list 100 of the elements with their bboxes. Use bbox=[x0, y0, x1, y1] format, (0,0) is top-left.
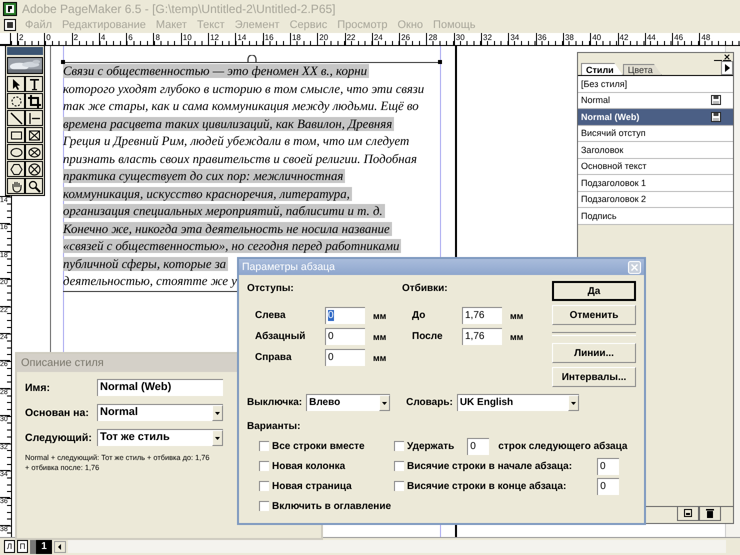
dropdown[interactable]: Normal bbox=[97, 404, 223, 421]
dialog-button[interactable]: Да bbox=[552, 281, 636, 301]
dialog-title: Описание стиля bbox=[21, 357, 104, 369]
dropdown-arrow-icon[interactable] bbox=[570, 402, 576, 404]
style-item[interactable]: Подпись bbox=[578, 208, 733, 224]
checkbox[interactable] bbox=[394, 461, 404, 471]
ruler-number: 8 bbox=[153, 33, 181, 45]
trash-icon[interactable] bbox=[699, 507, 721, 521]
ruler-number: 44 bbox=[644, 33, 672, 45]
number-field[interactable]: 1,76 bbox=[462, 328, 502, 345]
checkbox-label: Удержать bbox=[407, 440, 454, 452]
field-label: Выключка: bbox=[247, 397, 302, 408]
pointer-tool-icon[interactable] bbox=[7, 76, 25, 92]
polygon-frame-tool-icon[interactable] bbox=[25, 161, 43, 177]
checkbox[interactable] bbox=[259, 441, 269, 451]
style-name: Основной текст bbox=[581, 161, 646, 172]
ruler-number: 34 bbox=[508, 33, 536, 45]
ruler-number: 2 bbox=[72, 33, 99, 45]
unit-label: мм bbox=[373, 352, 388, 362]
window-title: Adobe PageMaker 6.5 - [G:\temp\Untitled-2\Untitled-2.P65] bbox=[22, 2, 336, 16]
new-style-icon[interactable] bbox=[677, 507, 699, 521]
field-label: До bbox=[412, 310, 426, 321]
field-label: После bbox=[412, 331, 444, 342]
windowshade-handle[interactable] bbox=[247, 55, 257, 63]
number-field[interactable]: 0 bbox=[467, 438, 490, 454]
style-name: Normal (Web) bbox=[581, 112, 640, 122]
line-tool-icon[interactable] bbox=[7, 110, 25, 126]
field-label: Абзацный bbox=[255, 331, 306, 342]
checkbox-label: Новая страница bbox=[272, 480, 352, 492]
style-item[interactable]: Подзаголовок 2 bbox=[578, 192, 733, 208]
polygon-tool-icon[interactable] bbox=[7, 161, 25, 177]
style-item[interactable]: [Без стиля] bbox=[578, 76, 733, 92]
checkbox[interactable] bbox=[394, 441, 404, 451]
ruler-number: 46 bbox=[672, 33, 700, 45]
rotate-tool-icon[interactable] bbox=[7, 93, 25, 109]
number-field[interactable]: 0 bbox=[325, 307, 365, 324]
ruler-number: 14 bbox=[235, 33, 263, 45]
dropdown-arrow-icon[interactable] bbox=[215, 412, 220, 414]
style-item[interactable]: Подзаголовок 1 bbox=[578, 175, 733, 192]
rect-tool-icon[interactable] bbox=[7, 127, 25, 143]
dropdown-arrow-icon[interactable] bbox=[215, 436, 220, 440]
style-item[interactable]: Висячий отступ bbox=[578, 126, 733, 142]
style-name: Normal bbox=[581, 95, 610, 106]
field-label: Следующий: bbox=[25, 432, 93, 444]
dropdown[interactable]: Влево bbox=[306, 394, 390, 411]
document-icon[interactable] bbox=[4, 19, 16, 31]
text-field[interactable]: Normal (Web) bbox=[97, 379, 223, 396]
checkbox-label: Висячие строки в начале абзаца: bbox=[407, 460, 572, 472]
checkbox[interactable] bbox=[259, 501, 269, 511]
style-item[interactable]: Заголовок bbox=[578, 142, 733, 158]
text-line: признать власть своих правительств и своей религии. Подобная bbox=[63, 152, 418, 166]
checkbox[interactable] bbox=[394, 481, 404, 491]
perp-line-tool-icon[interactable] bbox=[25, 110, 43, 126]
ruler-number: 18 bbox=[290, 33, 318, 45]
section-heading: Отступы: bbox=[247, 283, 295, 294]
ruler-number: 6 bbox=[126, 33, 154, 45]
style-name: Подзаголовок 1 bbox=[581, 178, 646, 188]
master-page-icon[interactable]: П bbox=[17, 540, 28, 553]
dialog-button[interactable]: Линии... bbox=[552, 343, 636, 363]
master-page-icon[interactable]: Л bbox=[4, 540, 15, 553]
text-tool-icon[interactable] bbox=[25, 76, 43, 92]
unit-label: мм bbox=[510, 310, 524, 320]
rect-frame-tool-icon[interactable] bbox=[25, 127, 43, 143]
app-icon bbox=[3, 2, 17, 16]
palette-tab[interactable]: Цвета bbox=[622, 64, 662, 75]
ruler-number: 38 bbox=[562, 33, 590, 45]
ellipse-tool-icon[interactable] bbox=[7, 144, 25, 160]
unit-label: мм bbox=[510, 332, 524, 342]
number-field[interactable]: 0 bbox=[597, 458, 620, 474]
style-name: Заголовок bbox=[581, 144, 624, 155]
ruler-number: 26 bbox=[399, 33, 426, 45]
style-item[interactable]: Normal (Web) bbox=[578, 109, 733, 126]
style-item[interactable]: Основной текст bbox=[578, 158, 733, 175]
text-line: так же стары, как и сама коммуникация между людьми. Ещё во bbox=[63, 99, 420, 113]
number-field[interactable]: 0 bbox=[597, 478, 620, 494]
text-line: Греция и Древний Рим, людей убеждали в том, что им следует bbox=[63, 134, 410, 148]
horizontal-scrollbar[interactable] bbox=[68, 540, 726, 553]
dialog-button[interactable]: Интервалы... bbox=[552, 367, 636, 387]
checkbox[interactable] bbox=[259, 481, 269, 491]
checkbox[interactable] bbox=[259, 461, 269, 471]
dropdown-arrow-icon[interactable] bbox=[382, 402, 388, 404]
number-field[interactable]: 0 bbox=[325, 349, 365, 366]
zoom-tool-icon[interactable] bbox=[25, 178, 43, 194]
ruler-number: 42 bbox=[618, 33, 645, 45]
hand-tool-icon[interactable] bbox=[7, 178, 25, 194]
scroll-left-icon[interactable] bbox=[54, 540, 66, 552]
number-field[interactable]: 0 bbox=[325, 328, 365, 345]
ellipse-frame-tool-icon[interactable] bbox=[25, 144, 43, 160]
dialog-title: Параметры абзаца bbox=[242, 261, 336, 273]
dropdown[interactable]: Тот же стиль bbox=[97, 429, 223, 446]
field-label: Слева bbox=[255, 310, 287, 321]
palette-menu-icon[interactable] bbox=[721, 61, 733, 75]
palette-tab[interactable]: Стили bbox=[581, 63, 623, 75]
ruler-number: 28 bbox=[426, 33, 454, 45]
dialog-button[interactable]: Отменить bbox=[552, 305, 636, 325]
crop-tool-icon[interactable] bbox=[25, 93, 43, 109]
ruler-number: 30 bbox=[454, 33, 482, 45]
style-name: Подпись bbox=[581, 210, 617, 221]
dropdown[interactable]: UK English bbox=[456, 394, 579, 411]
number-field[interactable]: 1,76 bbox=[462, 307, 502, 324]
